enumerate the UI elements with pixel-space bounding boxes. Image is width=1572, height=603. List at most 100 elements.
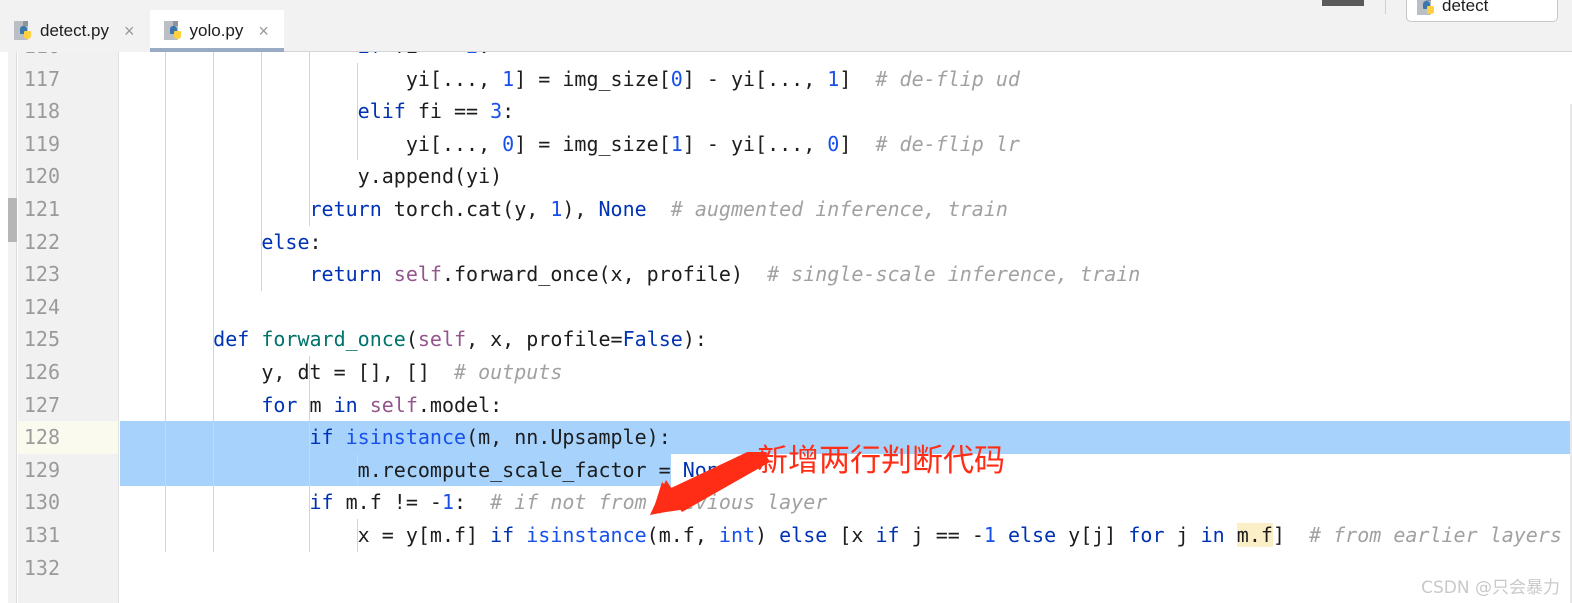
run-toolbar-icon-stub[interactable] bbox=[1322, 0, 1364, 6]
editor-gutter[interactable]: 1161171181191201211221231241251261271281… bbox=[18, 52, 133, 603]
code-token: else bbox=[261, 229, 310, 254]
code-line[interactable]: def forward_once(self, x, profile=False)… bbox=[119, 323, 1572, 356]
line-number[interactable]: 119 bbox=[0, 128, 60, 161]
line-number[interactable]: 127 bbox=[0, 389, 60, 422]
code-line[interactable]: if fi == 2: bbox=[119, 52, 1572, 63]
line-number[interactable]: 121 bbox=[0, 193, 60, 226]
code-token: for bbox=[261, 392, 298, 417]
editor-tab-detect-py[interactable]: detect.py × bbox=[0, 10, 150, 52]
line-number[interactable]: 131 bbox=[0, 519, 60, 552]
line-number[interactable]: 128 bbox=[0, 421, 60, 454]
code-token: in bbox=[1200, 523, 1225, 547]
code-token: j bbox=[1164, 523, 1201, 547]
code-line-text: elif fi == 3: bbox=[165, 95, 515, 128]
editor-top-bar: detect.py × yolo.py × detect bbox=[0, 0, 1572, 52]
code-token: ] - yi[..., bbox=[682, 131, 828, 156]
code-line-text: y, dt = [], [] # outputs bbox=[165, 356, 562, 389]
code-line[interactable]: elif fi == 3: bbox=[119, 95, 1572, 128]
code-token: 0 bbox=[502, 131, 515, 156]
code-token: else bbox=[779, 523, 828, 547]
line-number[interactable]: 120 bbox=[0, 160, 60, 193]
line-number[interactable]: 122 bbox=[0, 226, 60, 259]
code-token: 1 bbox=[670, 131, 683, 156]
code-content-area[interactable]: if fi == 2: yi[..., 1] = img_size[0] - y… bbox=[119, 52, 1572, 603]
csdn-watermark: CSDN @只会暴力 bbox=[1421, 578, 1560, 598]
line-number[interactable]: 118 bbox=[0, 95, 60, 128]
code-line[interactable]: y, dt = [], [] # outputs bbox=[119, 356, 1572, 389]
code-line[interactable]: for m in self.model: bbox=[119, 389, 1572, 422]
code-token: 2 bbox=[466, 52, 478, 58]
code-token: # outputs bbox=[453, 360, 563, 384]
code-token: # from earlier layers bbox=[1309, 523, 1562, 547]
code-line[interactable]: if m.f != -1: # if not from previous lay… bbox=[119, 486, 1572, 519]
code-token: j == - bbox=[899, 523, 984, 547]
code-token: # augmented inference, train bbox=[670, 197, 1008, 221]
code-line[interactable]: yi[..., 1] = img_size[0] - yi[..., 1] # … bbox=[119, 63, 1572, 96]
code-line-text: return torch.cat(y, 1), None # augmented… bbox=[165, 193, 1008, 226]
line-number[interactable]: 116 bbox=[0, 52, 60, 63]
code-token: None bbox=[598, 197, 647, 221]
code-editor[interactable]: 1161171181191201211221231241251261271281… bbox=[0, 52, 1572, 603]
annotation-text: 新增两行判断代码 bbox=[757, 443, 1005, 479]
code-token: : bbox=[478, 52, 490, 58]
code-token: 1 bbox=[983, 523, 996, 547]
code-token: return bbox=[309, 197, 382, 221]
code-line[interactable]: else: bbox=[119, 226, 1572, 259]
line-number[interactable]: 117 bbox=[0, 63, 60, 96]
line-number[interactable]: 130 bbox=[0, 486, 60, 519]
run-configuration-selector[interactable]: detect bbox=[1406, 0, 1558, 22]
code-token: in bbox=[333, 392, 358, 417]
code-line[interactable]: y.append(yi) bbox=[119, 160, 1572, 193]
line-number[interactable]: 123 bbox=[0, 258, 60, 291]
code-token: if bbox=[490, 523, 515, 547]
code-line-text: x = y[m.f] if isinstance(m.f, int) else … bbox=[165, 519, 1562, 552]
code-line-text: if fi == 2: bbox=[165, 52, 491, 63]
code-token: yi[..., bbox=[165, 66, 503, 91]
code-token: , x, profile= bbox=[466, 327, 623, 352]
close-icon[interactable]: × bbox=[121, 20, 138, 42]
python-file-icon bbox=[1417, 0, 1436, 17]
code-line[interactable]: x = y[m.f] if isinstance(m.f, int) else … bbox=[119, 519, 1572, 552]
tab-strip: detect.py × yolo.py × bbox=[0, 10, 1290, 52]
code-token: ] bbox=[839, 66, 876, 91]
python-file-icon bbox=[14, 20, 33, 42]
code-token: ] = img_size[ bbox=[514, 66, 671, 91]
code-token: ), bbox=[562, 197, 599, 221]
code-token: isinstance bbox=[526, 523, 647, 547]
red-arrow-down-left-icon bbox=[650, 452, 770, 515]
close-icon[interactable]: × bbox=[255, 20, 272, 42]
code-token: : bbox=[502, 99, 515, 124]
line-number[interactable]: 125 bbox=[0, 323, 60, 356]
line-number[interactable]: 126 bbox=[0, 356, 60, 389]
code-line[interactable]: return torch.cat(y, 1), None # augmented… bbox=[119, 193, 1572, 226]
code-line[interactable]: yi[..., 0] = img_size[1] - yi[..., 0] # … bbox=[119, 128, 1572, 161]
code-line[interactable] bbox=[119, 552, 1572, 585]
code-line[interactable] bbox=[119, 291, 1572, 324]
code-line-text: return self.forward_once(x, profile) # s… bbox=[165, 258, 1141, 291]
code-token: return bbox=[309, 262, 382, 287]
line-number[interactable]: 124 bbox=[0, 291, 60, 324]
line-number[interactable]: 129 bbox=[0, 454, 60, 487]
code-line-text: yi[..., 1] = img_size[0] - yi[..., 1] # … bbox=[165, 63, 1020, 96]
line-number[interactable]: 132 bbox=[0, 552, 60, 585]
code-token: if bbox=[309, 425, 334, 450]
code-token: y.append(yi) bbox=[165, 164, 503, 189]
code-token: .forward_once(x, profile) bbox=[441, 262, 768, 287]
code-token: if bbox=[309, 490, 334, 515]
code-line[interactable]: return self.forward_once(x, profile) # s… bbox=[119, 258, 1572, 291]
code-token: 1 bbox=[502, 66, 515, 91]
code-line-text: y.append(yi) bbox=[165, 160, 503, 193]
code-token: m.recompute_scale_factor = bbox=[165, 457, 683, 482]
code-token: torch.cat(y, bbox=[381, 197, 551, 221]
editor-tab-yolo-py[interactable]: yolo.py × bbox=[149, 10, 285, 52]
